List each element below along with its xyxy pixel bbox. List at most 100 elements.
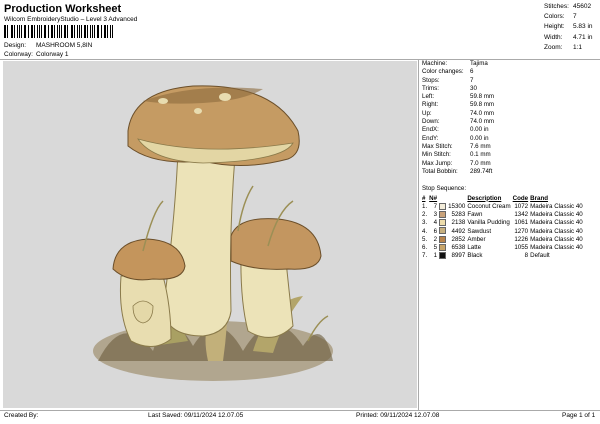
thread-code: 1226	[514, 235, 529, 243]
summary-row: Width: 4.71 in	[544, 34, 593, 44]
footer-divider	[0, 410, 600, 411]
spec-value: 0.00 in	[470, 126, 489, 134]
design-value: MASHROOM 5,8IN	[36, 42, 93, 49]
spec-label: Stops:	[422, 76, 440, 84]
spec-label: Down:	[422, 118, 440, 126]
design-row: Design: MASHROOM 5,8IN	[4, 42, 92, 49]
needle-number: 2	[433, 235, 438, 243]
spec-row: Min Stitch: 0.1 mm	[422, 151, 494, 159]
stop-index: 2.	[422, 210, 428, 218]
spec-label: Machine:	[422, 60, 448, 67]
thread-description: Sawdust	[467, 227, 492, 235]
stop-sequence-title: Stop Sequence:	[422, 185, 467, 192]
stop-index: 6.	[422, 244, 428, 252]
stop-index: 5.	[422, 235, 428, 243]
thread-code: 8	[524, 252, 529, 260]
spec-row: Machine: Tajima	[422, 60, 494, 68]
thread-description: Vanilla Pudding	[467, 219, 510, 227]
spec-label: Max Jump:	[422, 159, 453, 167]
panel-divider	[418, 59, 419, 410]
thread-brand: Madeira Classic 40	[530, 227, 583, 235]
spec-label: EndY:	[422, 134, 439, 142]
color-swatch	[439, 243, 448, 252]
thread-number: 2138	[451, 219, 466, 227]
summary-value: 7	[573, 13, 577, 21]
col-index: #	[422, 194, 426, 202]
spec-row: EndY: 0.00 in	[422, 135, 494, 143]
software-name: Wilcom EmbroideryStudio – Level 3 Advanc…	[4, 16, 138, 23]
spec-label: Color changes:	[422, 68, 464, 76]
swatch-chip	[439, 235, 447, 243]
design-preview[interactable]	[3, 61, 417, 408]
color-swatch	[439, 219, 448, 227]
needle-number: 7	[433, 202, 438, 210]
spec-value: 74.0 mm	[470, 118, 495, 126]
stop-row[interactable]: 1. 7 15300 Coconut Cream 1072 Madeira Classic…	[422, 202, 585, 210]
spec-value: 7.0 mm	[470, 159, 491, 167]
spec-label: Left:	[422, 93, 435, 101]
summary-label: Colors:	[544, 13, 565, 21]
thread-description: Amber	[467, 235, 486, 243]
spec-row: Max Jump: 7.0 mm	[422, 160, 494, 168]
spec-value: 0.1 mm	[470, 151, 491, 159]
header-divider	[0, 59, 600, 60]
barcode	[4, 25, 114, 38]
spec-row: Right: 59.8 mm	[422, 101, 494, 109]
swatch-chip	[439, 210, 447, 218]
stop-row[interactable]: 5. 2 2852 Amber 1226 Madeira Classic 40	[422, 235, 585, 243]
summary-value: 5.83 in	[573, 23, 593, 31]
spec-label: Min Stitch:	[422, 151, 451, 159]
needle-number: 6	[433, 227, 438, 235]
spec-row: Up: 74.0 mm	[422, 110, 494, 118]
created-by: Created By:	[4, 412, 39, 419]
swatch-chip	[439, 244, 447, 252]
stop-row[interactable]: 2. 3 5283 Fawn 1342 Madeira Classic 40	[422, 210, 585, 218]
thread-number: 6538	[451, 244, 466, 252]
needle-number: 5	[433, 244, 438, 252]
stop-sequence-header: # N# Description Code Brand	[422, 194, 585, 202]
summary-row: Colors: 7	[544, 13, 593, 23]
summary-label: Width:	[544, 33, 563, 41]
summary-label: Zoom:	[544, 43, 563, 51]
stop-row[interactable]: 6. 5 6538 Latte 1055 Madeira Classic 40	[422, 243, 585, 251]
thread-code: 1061	[514, 219, 529, 227]
spec-label: Total Bobbin:	[422, 167, 458, 175]
color-swatch	[439, 252, 448, 260]
stop-row[interactable]: 7. 1 8997 Black 8 Default	[422, 252, 585, 260]
needle-number: 1	[433, 252, 438, 260]
spec-row: Max Stitch: 7.6 mm	[422, 143, 494, 151]
spec-value: 6	[470, 68, 474, 76]
thread-code: 1055	[514, 244, 529, 252]
spec-label: Trims:	[422, 84, 439, 92]
thread-description: Latte	[467, 244, 482, 252]
col-swatch	[439, 194, 448, 202]
colorway-row: Colorway: Colorway 1	[4, 51, 69, 58]
col-number	[448, 194, 467, 202]
swatch-chip	[439, 227, 447, 235]
summary-value: 1:1	[573, 43, 583, 51]
spec-value: 0.00 in	[470, 134, 489, 142]
thread-code: 1072	[514, 202, 529, 210]
col-brand: Brand	[530, 194, 549, 202]
color-swatch	[439, 227, 448, 235]
stop-row[interactable]: 4. 6 4492 Sawdust 1270 Madeira Classic 40	[422, 227, 585, 235]
thread-brand: Madeira Classic 40	[530, 235, 583, 243]
col-needle: N#	[429, 194, 438, 202]
spec-value: 59.8 mm	[470, 101, 495, 109]
colorway-label: Colorway:	[4, 51, 33, 58]
summary-row: Stitches: 45602	[544, 3, 593, 13]
stop-index: 3.	[422, 219, 428, 227]
spec-value: 30	[470, 84, 477, 92]
thread-number: 15300	[448, 202, 466, 210]
stop-row[interactable]: 3. 4 2138 Vanilla Pudding 1061 Madeira Classi…	[422, 219, 585, 227]
spec-value: Tajima	[470, 60, 488, 67]
swatch-chip	[439, 202, 447, 210]
stop-index: 4.	[422, 227, 428, 235]
stop-sequence-table: # N# Description Code Brand 1. 7 15300 Coco…	[422, 194, 585, 260]
spec-value: 289.74ft	[470, 167, 493, 175]
thread-description: Black	[467, 252, 483, 260]
spec-value: 74.0 mm	[470, 109, 495, 117]
summary-row: Zoom: 1:1	[544, 44, 593, 54]
spec-row: Color changes: 6	[422, 68, 494, 76]
color-swatch	[439, 235, 448, 243]
